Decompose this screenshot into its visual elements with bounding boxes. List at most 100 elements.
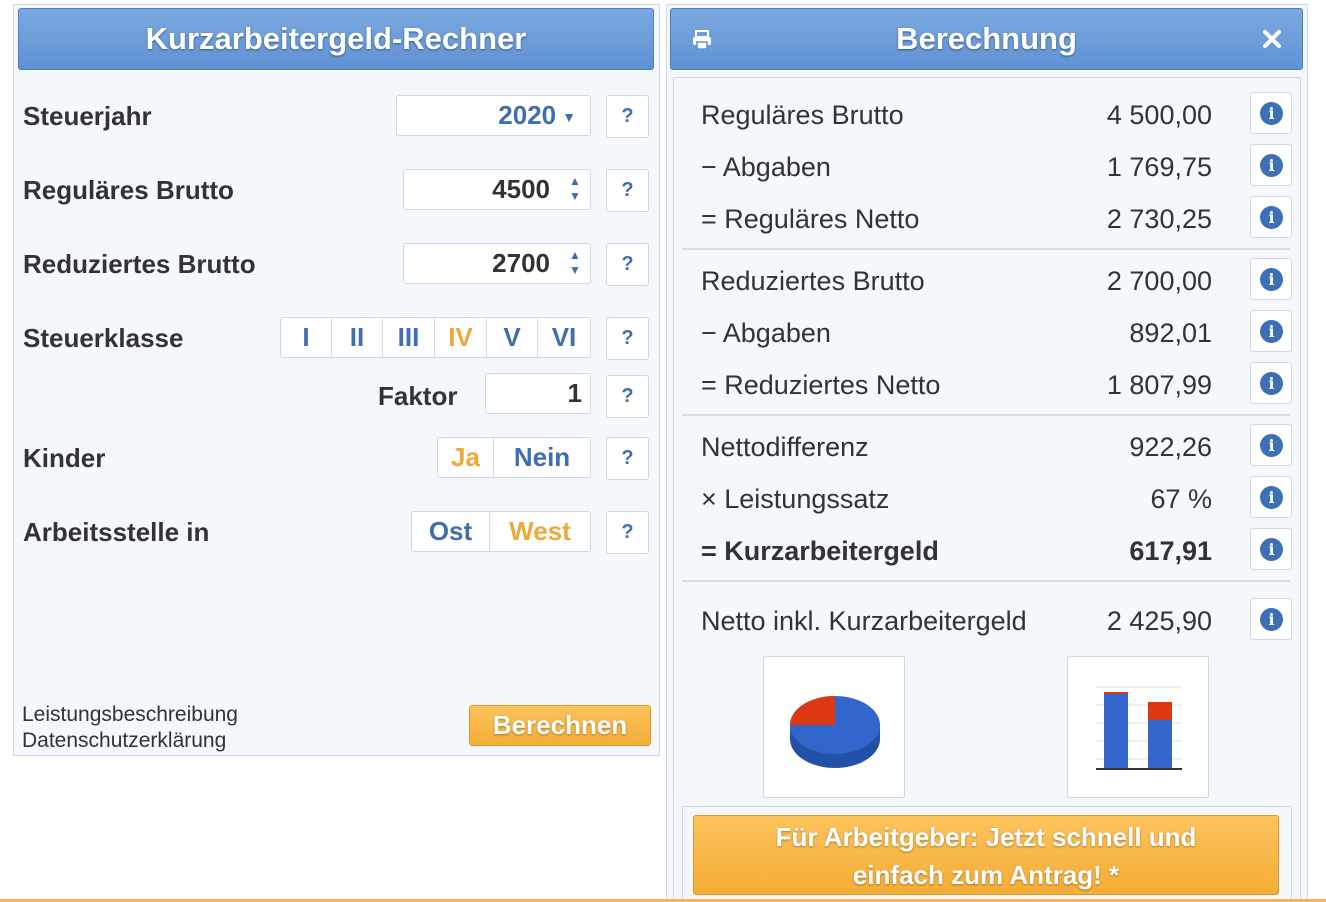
info-icon: i xyxy=(1260,434,1283,457)
steuerklasse-option-vi[interactable]: VI xyxy=(538,318,590,357)
leistungsbeschreibung-link[interactable]: Leistungsbeschreibung xyxy=(22,703,238,727)
info-button[interactable]: i xyxy=(1250,92,1292,134)
result-row-label: − Abgaben xyxy=(701,152,831,182)
employer-cta-line2: einfach zum Antrag! * xyxy=(852,860,1120,890)
result-table: Reguläres Brutto 4 500,00 i − Abgaben 1 … xyxy=(673,77,1301,902)
regulaeres-brutto-input[interactable]: 4500 ▲ ▼ xyxy=(403,169,591,210)
bar-chart-button[interactable] xyxy=(1067,656,1209,798)
help-steuerjahr-button[interactable]: ? xyxy=(606,95,649,138)
result-row-value: 2 425,90 xyxy=(1106,606,1212,636)
datenschutz-link[interactable]: Datenschutzerklärung xyxy=(22,729,226,753)
help-faktor-button[interactable]: ? xyxy=(606,375,649,418)
info-button[interactable]: i xyxy=(1250,424,1292,466)
calculate-button[interactable]: Berechnen xyxy=(469,705,651,746)
info-icon: i xyxy=(1260,608,1283,631)
calculator-panel: Kurzarbeitergeld-Rechner Steuerjahr 2020… xyxy=(13,4,660,756)
result-row: Netto inkl. Kurzarbeitergeld 2 425,90 i xyxy=(674,596,1294,648)
help-kinder-button[interactable]: ? xyxy=(606,437,649,480)
result-row-label: = Reduziertes Netto xyxy=(701,370,941,400)
result-title: Berechnung xyxy=(896,21,1077,56)
steuerklasse-option-iii[interactable]: III xyxy=(383,318,435,357)
divider xyxy=(682,248,1290,250)
info-button[interactable]: i xyxy=(1250,598,1292,640)
result-row-label: = Kurzarbeitergeld xyxy=(701,536,939,566)
divider xyxy=(682,580,1290,582)
kinder-label: Kinder xyxy=(23,443,106,473)
info-icon: i xyxy=(1260,206,1283,229)
kinder-segmented: Ja Nein xyxy=(437,437,591,478)
result-row-label: Netto inkl. Kurzarbeitergeld xyxy=(701,606,1027,636)
info-button[interactable]: i xyxy=(1250,196,1292,238)
result-header: Berechnung xyxy=(670,8,1303,70)
pie-chart-button[interactable] xyxy=(763,656,905,798)
result-row: = Reguläres Netto 2 730,25 i xyxy=(674,194,1294,246)
reduziertes-brutto-label: Reduziertes Brutto xyxy=(23,249,256,279)
faktor-label: Faktor xyxy=(378,381,458,411)
arbeitsstelle-label: Arbeitsstelle in xyxy=(23,517,210,547)
result-row-value: 2 730,25 xyxy=(1106,204,1212,234)
info-icon: i xyxy=(1260,154,1283,177)
result-row-label: Nettodifferenz xyxy=(701,432,869,462)
info-button[interactable]: i xyxy=(1250,310,1292,352)
info-button[interactable]: i xyxy=(1250,258,1292,300)
steuerklasse-option-ii[interactable]: II xyxy=(332,318,383,357)
close-icon[interactable] xyxy=(1262,9,1282,72)
result-row-value: 1 807,99 xyxy=(1106,370,1212,400)
result-row-value: 2 700,00 xyxy=(1106,266,1212,296)
stepper-icon[interactable]: ▲ ▼ xyxy=(566,174,584,206)
steuerjahr-value: 2020 xyxy=(498,100,557,130)
result-row: × Leistungssatz 67 % i xyxy=(674,474,1294,526)
kinder-option-ja[interactable]: Ja xyxy=(438,438,494,477)
info-icon: i xyxy=(1260,102,1283,125)
result-row-value: 617,91 xyxy=(1129,536,1212,566)
chevron-down-icon: ▼ xyxy=(562,108,576,125)
result-row-label: = Reguläres Netto xyxy=(701,204,920,234)
stepper-icon[interactable]: ▲ ▼ xyxy=(566,248,584,280)
arbeitsstelle-option-ost[interactable]: Ost xyxy=(412,512,490,551)
result-row: Nettodifferenz 922,26 i xyxy=(674,422,1294,474)
help-steuerklasse-button[interactable]: ? xyxy=(606,317,649,360)
info-button[interactable]: i xyxy=(1250,476,1292,518)
info-icon: i xyxy=(1260,372,1283,395)
result-row: = Reduziertes Netto 1 807,99 i xyxy=(674,360,1294,412)
arbeitsstelle-segmented: Ost West xyxy=(411,511,591,552)
pie-chart-icon xyxy=(790,696,880,768)
result-row-label: Reduziertes Brutto xyxy=(701,266,925,296)
arbeitsstelle-option-west[interactable]: West xyxy=(490,512,590,551)
divider xyxy=(682,414,1290,416)
steuerklasse-option-v[interactable]: V xyxy=(487,318,538,357)
faktor-input[interactable]: 1 xyxy=(485,373,591,414)
result-row-value: 4 500,00 xyxy=(1106,100,1212,130)
info-button[interactable]: i xyxy=(1250,144,1292,186)
bar-chart-icon xyxy=(1096,686,1182,770)
steuerjahr-select[interactable]: 2020 ▼ xyxy=(396,95,591,136)
result-row-value: 892,01 xyxy=(1129,318,1212,348)
info-icon: i xyxy=(1260,268,1283,291)
steuerklasse-label: Steuerklasse xyxy=(23,323,184,353)
kinder-option-nein[interactable]: Nein xyxy=(494,438,590,477)
help-reduziertes-brutto-button[interactable]: ? xyxy=(606,243,649,286)
info-icon: i xyxy=(1260,320,1283,343)
steuerjahr-label: Steuerjahr xyxy=(23,101,152,131)
print-icon[interactable] xyxy=(691,9,713,74)
help-regulaeres-brutto-button[interactable]: ? xyxy=(606,169,649,212)
employer-cta-line1: Für Arbeitgeber: Jetzt schnell und xyxy=(775,822,1197,852)
reduziertes-brutto-value: 2700 xyxy=(492,248,550,278)
info-icon: i xyxy=(1260,538,1283,561)
steuerklasse-option-i[interactable]: I xyxy=(281,318,332,357)
result-row-label: − Abgaben xyxy=(701,318,831,348)
regulaeres-brutto-label: Reguläres Brutto xyxy=(23,175,234,205)
result-row-label: Reguläres Brutto xyxy=(701,100,904,130)
info-button[interactable]: i xyxy=(1250,528,1292,570)
info-icon: i xyxy=(1260,486,1283,509)
result-row: − Abgaben 892,01 i xyxy=(674,308,1294,360)
info-button[interactable]: i xyxy=(1250,362,1292,404)
result-row: Reduziertes Brutto 2 700,00 i xyxy=(674,256,1294,308)
steuerklasse-option-iv[interactable]: IV xyxy=(435,318,487,357)
employer-application-button[interactable]: Für Arbeitgeber: Jetzt schnell und einfa… xyxy=(693,815,1279,895)
result-row: Reguläres Brutto 4 500,00 i xyxy=(674,90,1294,142)
help-arbeitsstelle-button[interactable]: ? xyxy=(606,511,649,554)
result-row: = Kurzarbeitergeld 617,91 i xyxy=(674,526,1294,578)
result-panel: Berechnung Reguläres Brutto 4 500,00 i −… xyxy=(666,4,1308,902)
reduziertes-brutto-input[interactable]: 2700 ▲ ▼ xyxy=(403,243,591,284)
